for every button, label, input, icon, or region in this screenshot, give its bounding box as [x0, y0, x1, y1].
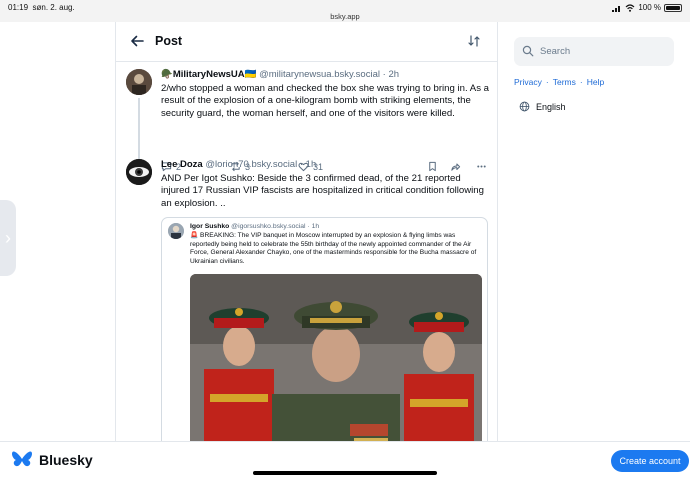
post-author-line: Lee Doza @lorion70.bsky.social · 1h [161, 159, 489, 170]
status-bar: 01:19 søn. 2. aug. bsky.app 100 % [0, 0, 690, 22]
separator-dot: · [382, 69, 386, 80]
quote-text: 🚨 BREAKING: The VIP banquet in Moscow in… [190, 232, 477, 265]
language-label: English [536, 101, 566, 112]
post-author-line: 🪖MilitaryNewsUA🇺🇦 @militarynewsua.bsky.s… [161, 69, 489, 80]
post-thread-column: Post 🪖MilitaryNewsUA🇺🇦 @militarynewsua.b… [115, 22, 498, 442]
battery-percentage: 100 % [638, 3, 661, 12]
author-name[interactable]: Lee Doza [161, 159, 203, 170]
butterfly-icon [11, 451, 33, 467]
language-selector[interactable]: English [519, 101, 566, 112]
quoted-post[interactable]: Igor Sushko @igorsushko.bsky.social · 1h… [161, 217, 488, 442]
post-timestamp[interactable]: 1h [306, 159, 317, 170]
footer-links: Privacy · Terms · Help [514, 77, 604, 87]
post-header: Post [116, 22, 497, 62]
drawer-open-button[interactable]: › [0, 200, 16, 276]
post-content: 🪖MilitaryNewsUA🇺🇦 @militarynewsua.bsky.s… [161, 69, 489, 120]
address-bar-url[interactable]: bsky.app [0, 12, 690, 21]
quote-timestamp: 1h [311, 223, 320, 230]
quote-avatar[interactable] [168, 223, 184, 239]
globe-icon [519, 101, 530, 112]
create-account-button[interactable]: Create account [611, 450, 689, 472]
post-text: 2/who stopped a woman and checked the bo… [161, 83, 489, 119]
author-name[interactable]: 🪖MilitaryNewsUA🇺🇦 [161, 69, 256, 80]
separator-dot: · [307, 223, 310, 230]
search-input[interactable]: Search [514, 37, 674, 66]
terms-link[interactable]: Terms [553, 77, 576, 87]
search-placeholder: Search [540, 46, 571, 57]
link-separator: · [579, 77, 583, 87]
quote-author-handle[interactable]: @igorsushko.bsky.social [231, 223, 305, 230]
avatar[interactable] [126, 159, 152, 185]
quote-image[interactable] [190, 274, 482, 442]
privacy-link[interactable]: Privacy [514, 77, 542, 87]
page-title: Post [155, 34, 183, 48]
signal-icon [612, 5, 621, 12]
wifi-icon [625, 3, 635, 12]
post-timestamp[interactable]: 2h [388, 69, 399, 80]
quote-author-line: Igor Sushko @igorsushko.bsky.social · 1h [190, 223, 319, 230]
bottom-bar: Bluesky Create account [0, 441, 690, 479]
status-indicators: 100 % [612, 3, 682, 12]
home-indicator [253, 471, 437, 475]
chevron-right-icon: › [5, 227, 11, 248]
avatar[interactable] [126, 69, 152, 95]
battery-icon [664, 3, 682, 12]
post-text: AND Per Igot Sushko: Beside the 3 confir… [161, 173, 484, 209]
link-separator: · [545, 77, 549, 87]
separator-dot: · [299, 159, 304, 170]
sort-icon[interactable] [467, 34, 481, 48]
author-handle[interactable]: @lorion70.bsky.social [205, 159, 297, 170]
search-icon [522, 45, 534, 57]
status-time: 01:19 søn. 2. aug. [8, 3, 75, 12]
help-link[interactable]: Help [587, 77, 604, 87]
back-arrow-icon[interactable] [128, 32, 146, 50]
bluesky-logo[interactable]: Bluesky [11, 450, 93, 470]
post-content: Lee Doza @lorion70.bsky.social · 1h AND … [161, 159, 489, 210]
quote-author-name[interactable]: Igor Sushko [190, 223, 229, 230]
brand-name: Bluesky [39, 452, 93, 468]
author-handle[interactable]: @militarynewsua.bsky.social [259, 69, 380, 80]
